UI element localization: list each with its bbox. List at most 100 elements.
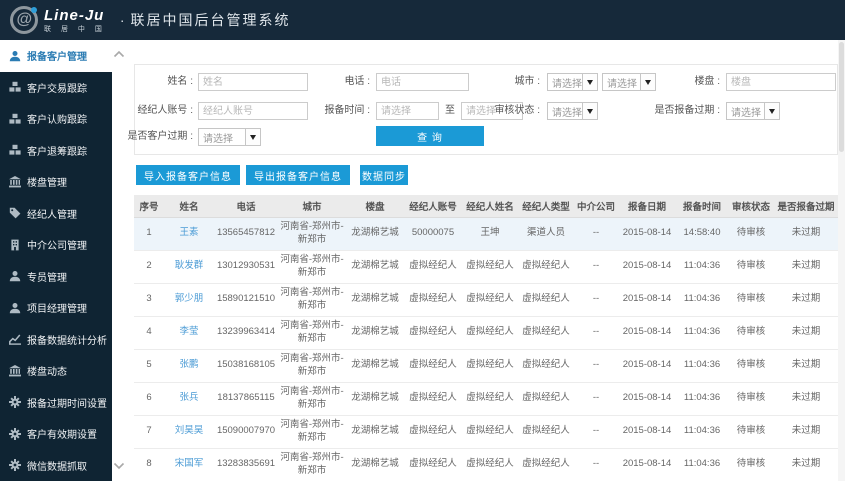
table-cell: 虚拟经纪人	[518, 283, 574, 317]
table-cell: 龙湖棉艺城	[346, 448, 404, 481]
sidebar-item-label: 报备过期时间设置	[27, 398, 107, 410]
column-header: 经纪人类型	[518, 195, 574, 218]
table-cell: 虚拟经纪人	[518, 415, 574, 449]
audit-status-select[interactable]: 请选择	[547, 102, 598, 120]
sidebar-item-label: 经纪人管理	[27, 209, 77, 221]
sidebar-item-9[interactable]: 项目经理管理	[0, 292, 112, 324]
table-row[interactable]: 5 张鹏 15038168105 河南省-郑州市-新郑市 龙湖棉艺城 虚拟经纪人 虚拟经纪人…	[134, 349, 838, 383]
table-cell: 未过期	[774, 448, 838, 481]
table-cell: 7	[134, 415, 164, 449]
table-cell: 8	[134, 448, 164, 481]
search-form: 姓名 : 电话 : 城市 : 请选择 请选择 楼盘 : 经纪人账号 : 报备时间…	[127, 64, 838, 155]
title-separator: ·	[119, 12, 125, 28]
table-row[interactable]: 6 张兵 18137865115 河南省-郑州市-新郑市 龙湖棉艺城 虚拟经纪人 虚拟经纪人…	[134, 382, 838, 416]
customer-name-link[interactable]: 郭少朋	[175, 293, 204, 304]
city-province-select[interactable]: 请选择	[547, 73, 598, 91]
brand-logo[interactable]: @ Line-Ju 联 居 中 国	[10, 6, 106, 34]
customer-name-link[interactable]: 张鹏	[179, 359, 198, 370]
table-cell: 未过期	[774, 415, 838, 449]
city-city-select[interactable]: 请选择	[602, 73, 656, 91]
property-input[interactable]	[726, 73, 836, 91]
customer-name-link[interactable]: 宋国军	[175, 458, 204, 469]
sidebar-item-5[interactable]: 楼盘管理	[0, 166, 112, 198]
sidebar-item-8[interactable]: 专员管理	[0, 261, 112, 293]
table-cell: 待审核	[728, 283, 774, 317]
sidebar-item-label: 客户认购跟踪	[27, 115, 87, 127]
table-row[interactable]: 4 李莹 13239963414 河南省-郑州市-新郑市 龙湖棉艺城 虚拟经纪人 虚拟经纪人…	[134, 316, 838, 350]
table-cell: 河南省-郑州市-新郑市	[278, 415, 346, 449]
table-cell: 1	[134, 217, 164, 251]
table-cell: 50000075	[404, 217, 462, 251]
report-expired-select[interactable]: 请选择	[726, 102, 780, 120]
table-cell: 11:04:36	[676, 283, 728, 317]
report-customers-table: 序号 姓名 电话 城市 楼盘 经纪人账号 经纪人姓名 经纪人类型 中介公司 报备日期 报备时间 审核状…	[134, 195, 838, 481]
sidebar-item-13[interactable]: 客户有效期设置	[0, 418, 112, 450]
data-sync-button[interactable]: 数据同步	[360, 165, 408, 185]
table-cell: 13283835691	[214, 448, 278, 481]
table-cell: 2	[134, 250, 164, 284]
table-cell: 龙湖棉艺城	[346, 250, 404, 284]
chevron-down-icon[interactable]	[113, 462, 125, 470]
sidebar-item-10[interactable]: 报备数据统计分析	[0, 324, 112, 356]
column-header: 报备时间	[676, 195, 728, 218]
table-cell: 待审核	[728, 448, 774, 481]
table-row[interactable]: 8 宋国军 13283835691 河南省-郑州市-新郑市 龙湖棉艺城 虚拟经纪人 虚拟经纪…	[134, 448, 838, 481]
sidebar-item-2[interactable]: 客户交易跟踪	[0, 72, 112, 104]
report-date-from-input[interactable]	[376, 102, 439, 120]
dropdown-arrow-icon	[640, 74, 655, 90]
vertical-scrollbar[interactable]	[838, 40, 845, 481]
table-row[interactable]: 3 郭少朋 15890121510 河南省-郑州市-新郑市 龙湖棉艺城 虚拟经纪人 虚拟经纪…	[134, 283, 838, 317]
table-cell: 15090007970	[214, 415, 278, 449]
table-cell: 虚拟经纪人	[462, 415, 518, 449]
sidebar-item-14[interactable]: 微信数据抓取	[0, 450, 112, 481]
sidebar-item-4[interactable]: 客户退筹跟踪	[0, 135, 112, 167]
table-cell: --	[574, 316, 618, 350]
page-title: 联居中国后台管理系统	[130, 12, 291, 28]
table-cell: 虚拟经纪人	[518, 316, 574, 350]
table-cell: 虚拟经纪人	[462, 448, 518, 481]
sidebar-item-12[interactable]: 报备过期时间设置	[0, 387, 112, 419]
customer-name-link[interactable]: 张兵	[179, 392, 198, 403]
sidebar-item-6[interactable]: 经纪人管理	[0, 198, 112, 230]
table-cell: 虚拟经纪人	[462, 316, 518, 350]
table-cell: 虚拟经纪人	[404, 316, 462, 350]
sidebar-item-label: 楼盘动态	[27, 367, 67, 379]
customer-name-cell: 刘昊昊	[164, 415, 214, 449]
table-row[interactable]: 2 耿发群 13012930531 河南省-郑州市-新郑市 龙湖棉艺城 虚拟经纪人 虚拟经纪…	[134, 250, 838, 284]
customer-name-cell: 李莹	[164, 316, 214, 350]
column-header: 经纪人账号	[404, 195, 462, 218]
table-row[interactable]: 1 王素 13565457812 河南省-郑州市-新郑市 龙湖棉艺城 50000075 王坤…	[134, 217, 838, 251]
sidebar-item-7[interactable]: 中介公司管理	[0, 229, 112, 261]
table-cell: 11:04:36	[676, 448, 728, 481]
import-report-customers-button[interactable]: 导入报备客户信息	[136, 165, 240, 185]
to-label: 至	[445, 105, 455, 116]
customer-name-link[interactable]: 刘昊昊	[175, 425, 204, 436]
sidebar-item-3[interactable]: 客户认购跟踪	[0, 103, 112, 135]
table-cell: 待审核	[728, 316, 774, 350]
name-input[interactable]	[198, 73, 308, 91]
customer-name-link[interactable]: 李莹	[179, 326, 198, 337]
customer-name-link[interactable]: 耿发群	[175, 260, 204, 271]
table-header-row: 序号 姓名 电话 城市 楼盘 经纪人账号 经纪人姓名 经纪人类型 中介公司 报备日期 报备时间 审核状…	[134, 195, 838, 218]
column-header: 城市	[278, 195, 346, 218]
sidebar-item-label: 客户退筹跟踪	[27, 146, 87, 158]
column-header: 审核状态	[728, 195, 774, 218]
table-cell: 6	[134, 382, 164, 416]
export-report-customers-button[interactable]: 导出报备客户信息	[246, 165, 350, 185]
at-icon: @	[10, 6, 38, 34]
table-row[interactable]: 7 刘昊昊 15090007970 河南省-郑州市-新郑市 龙湖棉艺城 虚拟经纪人 虚拟经纪…	[134, 415, 838, 449]
table-cell: 虚拟经纪人	[462, 283, 518, 317]
customer-expired-select[interactable]: 请选择	[198, 128, 261, 146]
query-button[interactable]: 查 询	[376, 126, 484, 146]
chevron-up-icon[interactable]	[113, 50, 125, 58]
customer-name-link[interactable]: 王素	[179, 227, 198, 238]
table-cell: 虚拟经纪人	[462, 382, 518, 416]
table-cell: 虚拟经纪人	[404, 349, 462, 383]
sidebar-item-1[interactable]: 报备客户管理	[0, 40, 112, 72]
sidebar-item-11[interactable]: 楼盘动态	[0, 355, 112, 387]
scrollbar-thumb[interactable]	[839, 42, 844, 152]
agent-account-input[interactable]	[198, 102, 308, 120]
phone-input[interactable]	[376, 73, 469, 91]
table-cell: 18137865115	[214, 382, 278, 416]
user-icon	[9, 270, 21, 282]
